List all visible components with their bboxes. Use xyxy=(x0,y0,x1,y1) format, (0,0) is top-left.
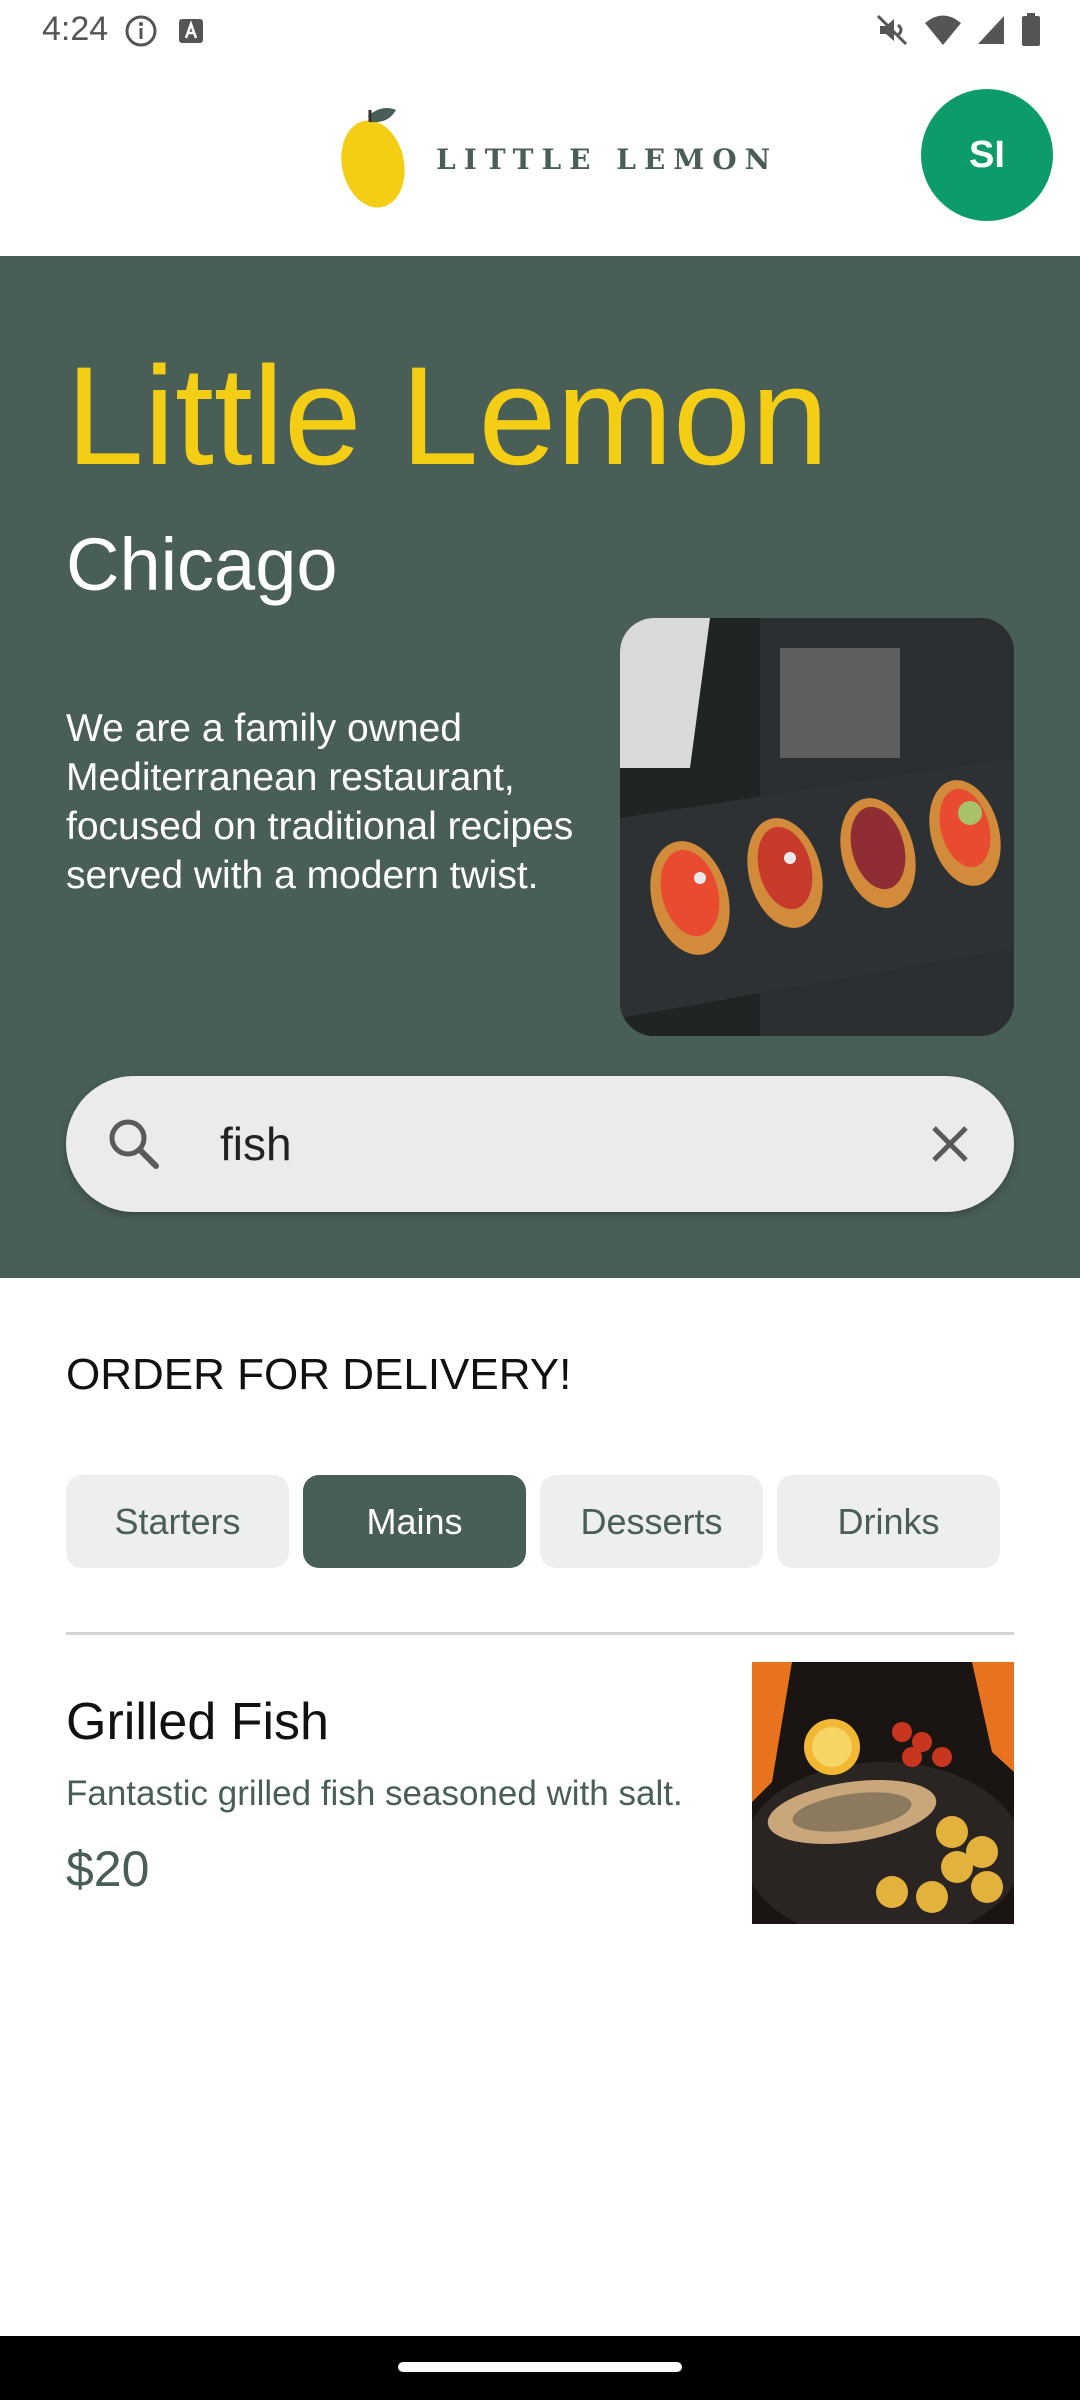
category-chip-drinks[interactable]: Drinks xyxy=(777,1475,1000,1568)
menu-item-description: Fantastic grilled fish seasoned with sal… xyxy=(66,1774,683,1813)
category-chip-mains[interactable]: Mains xyxy=(303,1475,526,1568)
home-indicator[interactable] xyxy=(398,2362,682,2372)
menu-item-price: $20 xyxy=(66,1841,150,1897)
info-icon xyxy=(124,14,158,53)
signal-icon xyxy=(976,14,1006,51)
hero-image xyxy=(620,618,1014,1036)
logo-text: LITTLE LEMON xyxy=(436,143,779,176)
status-bar: 4:24 xyxy=(0,0,1080,62)
system-nav-bar xyxy=(0,2336,1080,2400)
app-header: LITTLE LEMON SI xyxy=(0,62,1080,256)
category-chips: Starters Mains Desserts Drinks xyxy=(66,1475,1000,1568)
menu-item-image xyxy=(752,1662,1014,1924)
status-time: 4:24 xyxy=(42,10,109,48)
category-chip-desserts[interactable]: Desserts xyxy=(540,1475,763,1568)
app-screen: 4:24 LITTLE LEMON SI Little Lemon Chicag… xyxy=(0,0,1080,2400)
hero-section: Little Lemon Chicago We are a family own… xyxy=(0,256,1080,1278)
logo: LITTLE LEMON xyxy=(340,102,778,217)
category-chip-starters[interactable]: Starters xyxy=(66,1475,289,1568)
menu-item-name: Grilled Fish xyxy=(66,1693,329,1751)
close-icon[interactable] xyxy=(926,1120,974,1173)
wifi-icon xyxy=(924,14,962,51)
menu-item[interactable]: Grilled Fish Fantastic grilled fish seas… xyxy=(66,1662,1014,1924)
divider xyxy=(66,1632,1014,1635)
order-section-title: ORDER FOR DELIVERY! xyxy=(66,1350,572,1399)
lemon-icon xyxy=(340,102,410,217)
battery-icon xyxy=(1020,13,1042,52)
keyboard-a-icon xyxy=(178,18,204,49)
mute-icon xyxy=(874,12,910,53)
hero-title: Little Lemon xyxy=(66,337,829,494)
search-bar[interactable] xyxy=(66,1076,1014,1212)
hero-subtitle: Chicago xyxy=(66,523,338,606)
profile-avatar[interactable]: SI xyxy=(921,89,1053,221)
search-input[interactable] xyxy=(220,1104,860,1184)
search-icon xyxy=(106,1116,162,1177)
hero-description: We are a family owned Mediterranean rest… xyxy=(66,707,574,897)
